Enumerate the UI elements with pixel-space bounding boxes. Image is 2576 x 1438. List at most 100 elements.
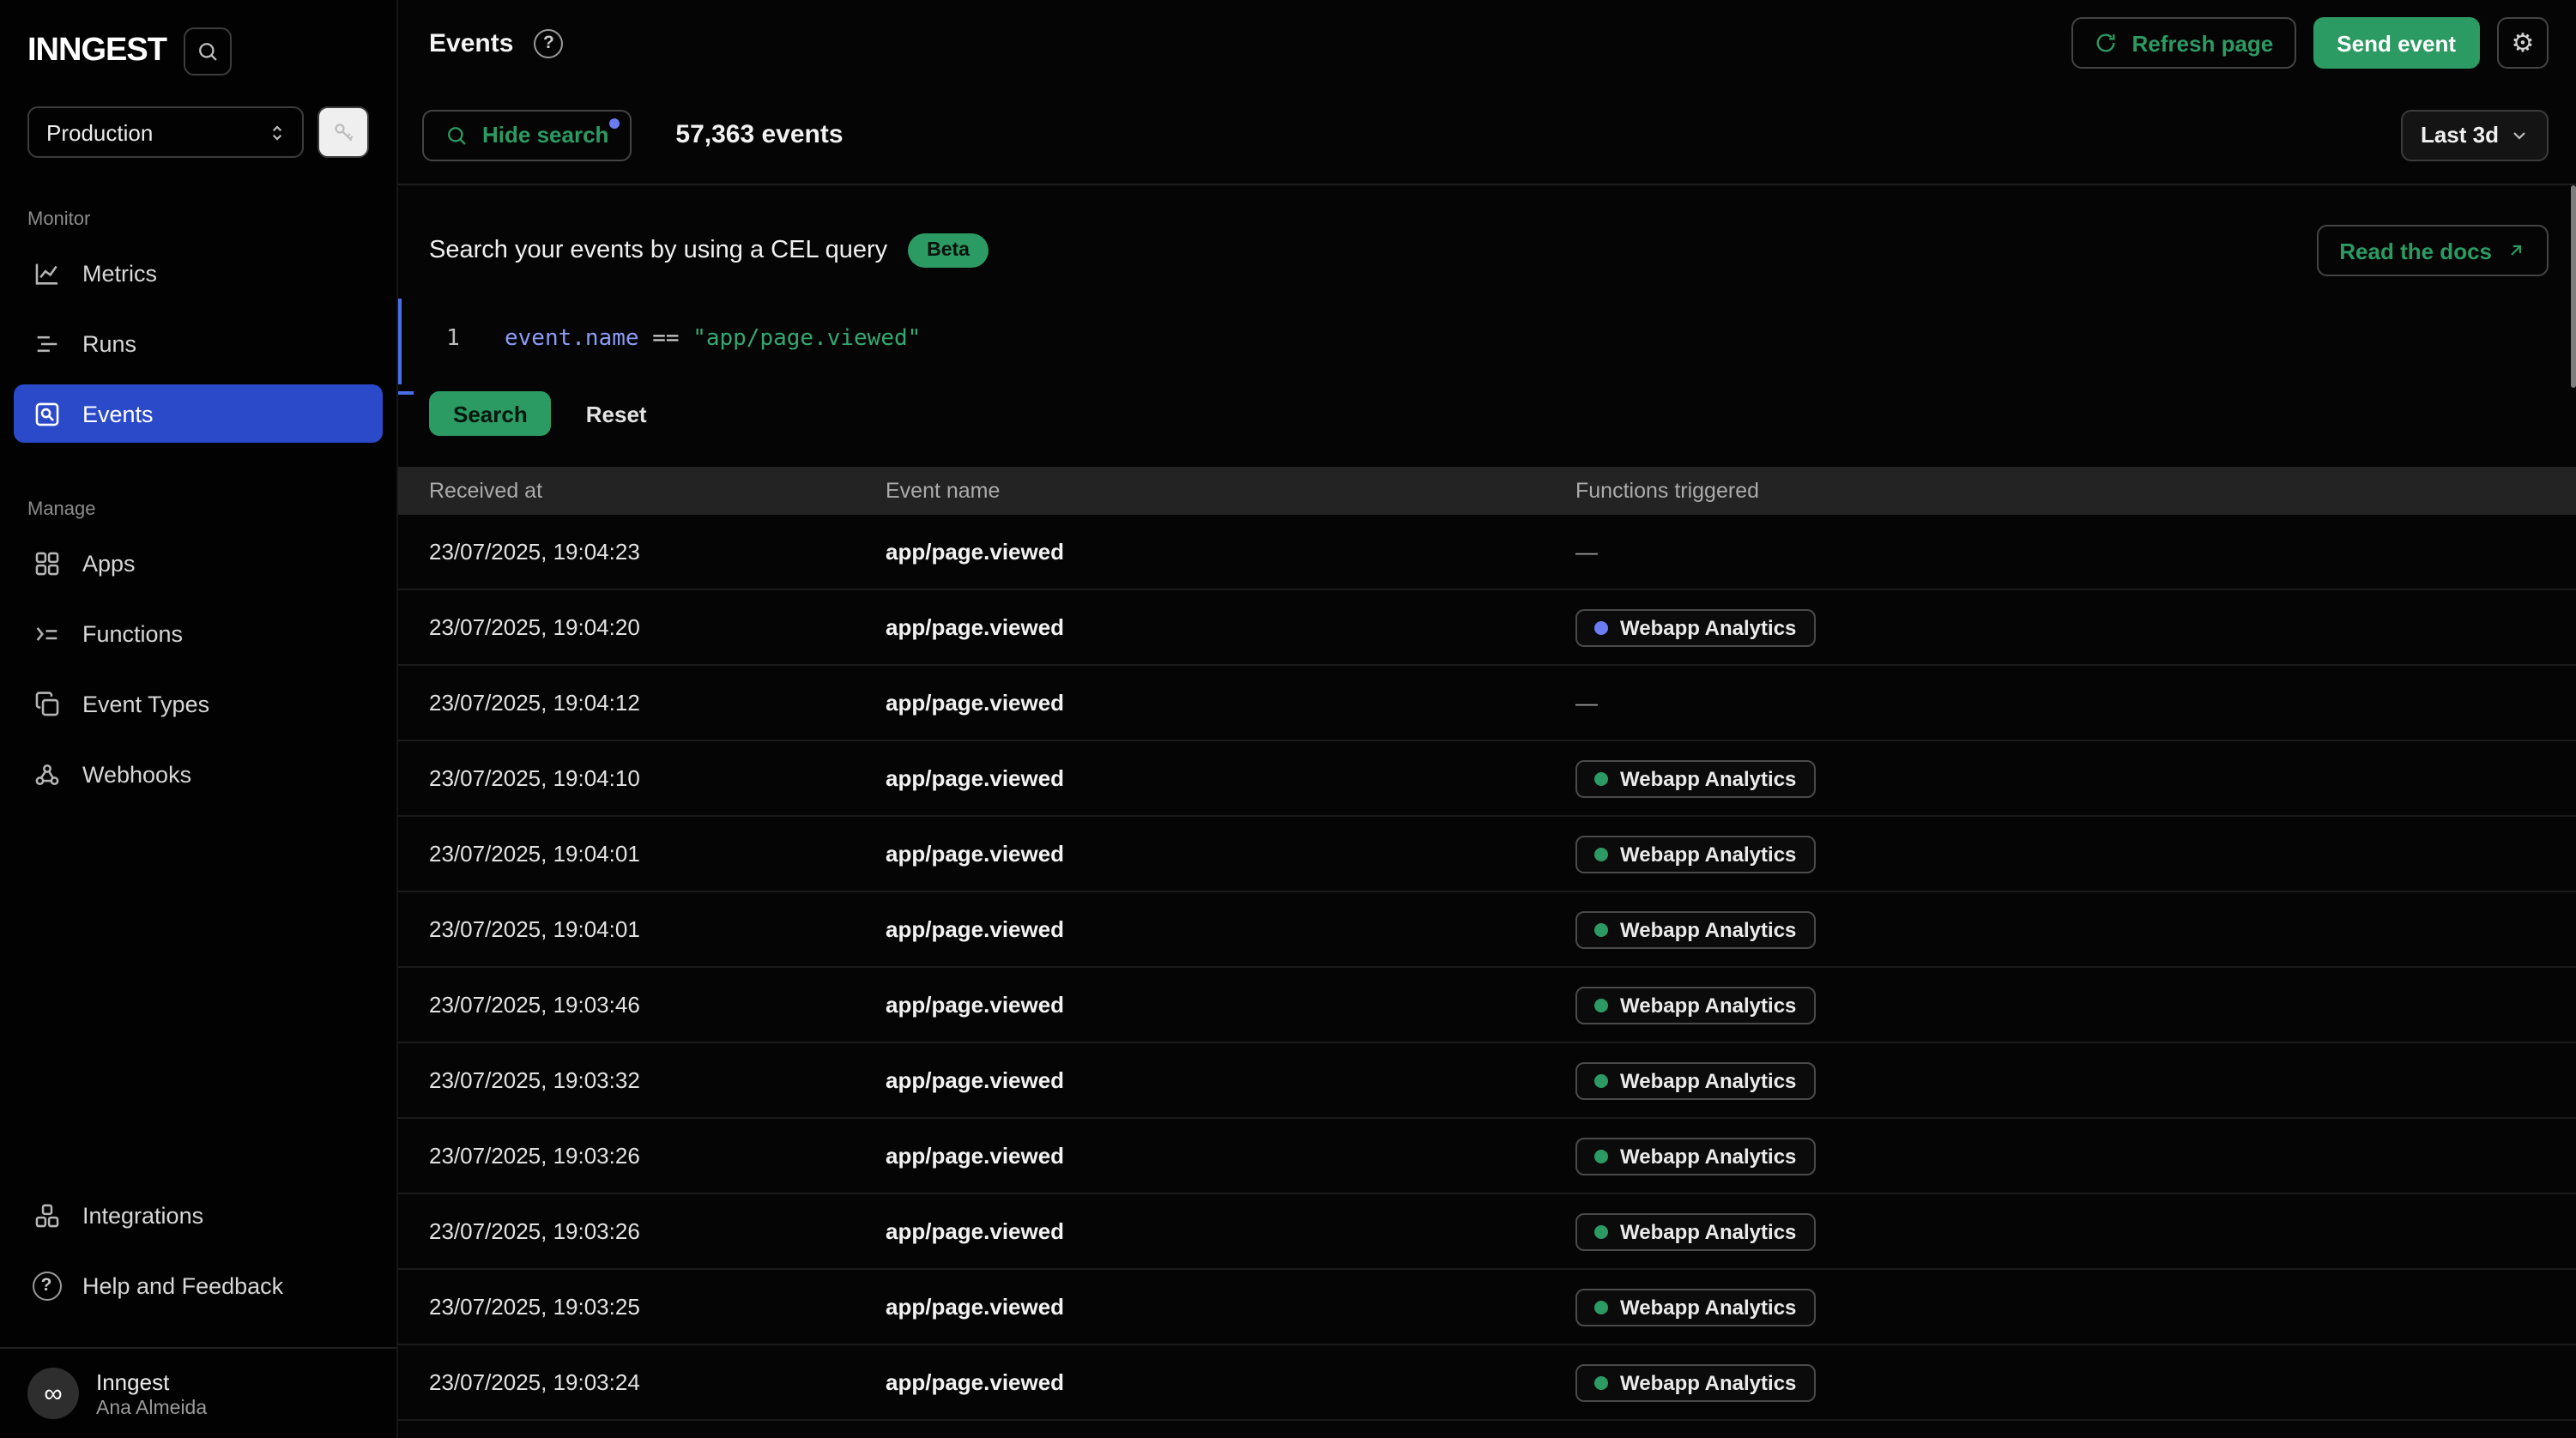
sidebar-item-help-feedback[interactable]: ? Help and Feedback — [14, 1256, 383, 1314]
signing-key-button[interactable] — [317, 106, 369, 158]
sidebar-item-runs[interactable]: Runs — [14, 314, 383, 372]
table-row[interactable]: 23/07/2025, 19:03:26 app/page.viewed Web… — [398, 1194, 2576, 1270]
read-the-docs-button[interactable]: Read the docs — [2317, 225, 2549, 276]
function-badge-label: Webapp Analytics — [1620, 842, 1796, 866]
function-badge[interactable]: Webapp Analytics — [1575, 835, 1815, 873]
reset-button[interactable]: Reset — [576, 401, 657, 426]
cell-event-name: app/page.viewed — [886, 1369, 1575, 1395]
table-row[interactable]: 23/07/2025, 19:04:23 app/page.viewed — — [398, 515, 2576, 590]
cell-functions-triggered: Webapp Analytics — [1575, 910, 2576, 948]
events-table: Received at Event name Functions trigger… — [398, 467, 2576, 1438]
no-function-dash: — — [1575, 538, 1598, 564]
table-row[interactable]: 23/07/2025, 19:04:01 app/page.viewed Web… — [398, 817, 2576, 892]
cel-search-title: Search your events by using a CEL query — [429, 237, 887, 264]
user-profile[interactable]: ∞ Inngest Ana Almeida — [0, 1347, 396, 1438]
search-icon — [444, 123, 469, 147]
cell-event-name: app/page.viewed — [886, 539, 1575, 565]
function-badge[interactable]: Webapp Analytics — [1575, 759, 1815, 797]
beta-badge: Beta — [908, 233, 989, 268]
page-title: Events — [429, 28, 513, 57]
gear-icon: ⚙ — [2512, 27, 2535, 58]
function-badge-label: Webapp Analytics — [1620, 1144, 1796, 1168]
function-badge[interactable]: Webapp Analytics — [1575, 910, 1815, 948]
column-received-at: Received at — [429, 479, 886, 503]
function-badge[interactable]: Webapp Analytics — [1575, 1061, 1815, 1099]
sidebar-item-webhooks[interactable]: Webhooks — [14, 745, 383, 803]
function-badge-label: Webapp Analytics — [1620, 1370, 1796, 1394]
table-row[interactable]: 23/07/2025, 19:03:24 app/page.viewed Web… — [398, 1345, 2576, 1421]
table-row[interactable]: 23/07/2025, 19:04:12 app/page.viewed — — [398, 666, 2576, 741]
cel-query-code[interactable]: event.name == "app/page.viewed" — [505, 325, 921, 351]
table-row[interactable]: 23/07/2025, 19:04:01 app/page.viewed Web… — [398, 892, 2576, 968]
page-header-actions: Refresh page Send event ⚙ — [2072, 17, 2549, 69]
help-icon: ? — [31, 1270, 62, 1301]
cell-received-at: 23/07/2025, 19:03:46 — [429, 992, 886, 1018]
page-header-left: Events ? — [429, 28, 563, 57]
sidebar-item-metrics[interactable]: Metrics — [14, 244, 383, 302]
sidebar-item-label: Apps — [82, 550, 136, 576]
cell-functions-triggered: Webapp Analytics — [1575, 1137, 2576, 1175]
settings-button[interactable]: ⚙ — [2497, 17, 2549, 69]
cell-received-at: 23/07/2025, 19:04:12 — [429, 690, 886, 716]
inngest-logo: INNGEST — [27, 33, 166, 70]
function-status-dot — [1594, 1300, 1608, 1314]
runs-icon — [31, 328, 62, 359]
cell-received-at: 23/07/2025, 19:04:23 — [429, 539, 886, 565]
sidebar-item-event-types[interactable]: Event Types — [14, 674, 383, 733]
sidebar-spacer — [0, 815, 396, 1186]
table-row[interactable]: 23/07/2025, 19:03:26 app/page.viewed Web… — [398, 1119, 2576, 1194]
sidebar-item-events[interactable]: Events — [14, 384, 383, 443]
webhooks-icon — [31, 758, 62, 789]
refresh-page-button[interactable]: Refresh page — [2072, 17, 2296, 69]
scrollbar-thumb[interactable] — [2571, 185, 2576, 388]
apps-icon — [31, 547, 62, 578]
function-status-dot — [1594, 998, 1608, 1012]
function-badge-label: Webapp Analytics — [1620, 766, 1796, 790]
refresh-icon — [2095, 31, 2119, 55]
cell-functions-triggered: — — [1575, 687, 2576, 718]
cell-event-name: app/page.viewed — [886, 765, 1575, 791]
sidebar-item-label: Integrations — [82, 1202, 203, 1228]
table-row[interactable]: 23/07/2025, 19:04:10 app/page.viewed Web… — [398, 741, 2576, 817]
function-badge[interactable]: Webapp Analytics — [1575, 1137, 1815, 1175]
sidebar-item-integrations[interactable]: Integrations — [14, 1186, 383, 1244]
new-feature-dot — [608, 118, 619, 128]
events-table-body: 23/07/2025, 19:04:23 app/page.viewed — 2… — [398, 515, 2576, 1438]
cell-event-name: app/page.viewed — [886, 992, 1575, 1018]
page-help-icon[interactable]: ? — [534, 28, 563, 57]
events-icon — [31, 398, 62, 429]
time-range-selector[interactable]: Last 3d — [2402, 109, 2549, 160]
environment-selector-value: Production — [46, 119, 153, 145]
monitor-nav: Metrics Runs Events — [0, 244, 396, 455]
cell-functions-triggered: Webapp Analytics — [1575, 835, 2576, 873]
sidebar-search-button[interactable] — [184, 27, 232, 76]
sidebar-item-label: Runs — [82, 330, 136, 356]
sidebar-item-apps[interactable]: Apps — [14, 534, 383, 592]
function-badge[interactable]: Webapp Analytics — [1575, 1212, 1815, 1250]
cell-received-at: 23/07/2025, 19:03:25 — [429, 1294, 886, 1320]
function-badge[interactable]: Webapp Analytics — [1575, 986, 1815, 1024]
table-row[interactable]: 23/07/2025, 19:03:23 app/page.viewed Web… — [398, 1421, 2576, 1438]
hide-search-button[interactable]: Hide search — [422, 109, 631, 160]
table-row[interactable]: 23/07/2025, 19:04:20 app/page.viewed Web… — [398, 590, 2576, 666]
sidebar-item-functions[interactable]: Functions — [14, 604, 383, 662]
function-badge[interactable]: Webapp Analytics — [1575, 608, 1815, 646]
environment-selector[interactable]: Production — [27, 106, 304, 158]
function-badge[interactable]: Webapp Analytics — [1575, 1288, 1815, 1326]
sidebar-item-label: Help and Feedback — [82, 1272, 283, 1298]
app-window: INNGEST Production Monitor — [0, 0, 2576, 1438]
integrations-icon — [31, 1199, 62, 1230]
function-status-dot — [1594, 771, 1608, 785]
cell-received-at: 23/07/2025, 19:03:32 — [429, 1067, 886, 1093]
cel-query-editor[interactable]: 1 event.name == "app/page.viewed" — [429, 305, 2549, 371]
function-badge[interactable]: Webapp Analytics — [1575, 1363, 1815, 1401]
search-submit-button[interactable]: Search — [429, 391, 552, 436]
send-event-button[interactable]: Send event — [2313, 17, 2480, 69]
user-name: Ana Almeida — [96, 1398, 207, 1418]
table-row[interactable]: 23/07/2025, 19:03:46 app/page.viewed Web… — [398, 968, 2576, 1043]
sidebar-section-manage: Manage — [27, 499, 369, 520]
table-row[interactable]: 23/07/2025, 19:03:32 app/page.viewed Web… — [398, 1043, 2576, 1119]
table-row[interactable]: 23/07/2025, 19:03:25 app/page.viewed Web… — [398, 1270, 2576, 1345]
code-token-operator: == — [639, 325, 693, 351]
cell-event-name: app/page.viewed — [886, 1067, 1575, 1093]
